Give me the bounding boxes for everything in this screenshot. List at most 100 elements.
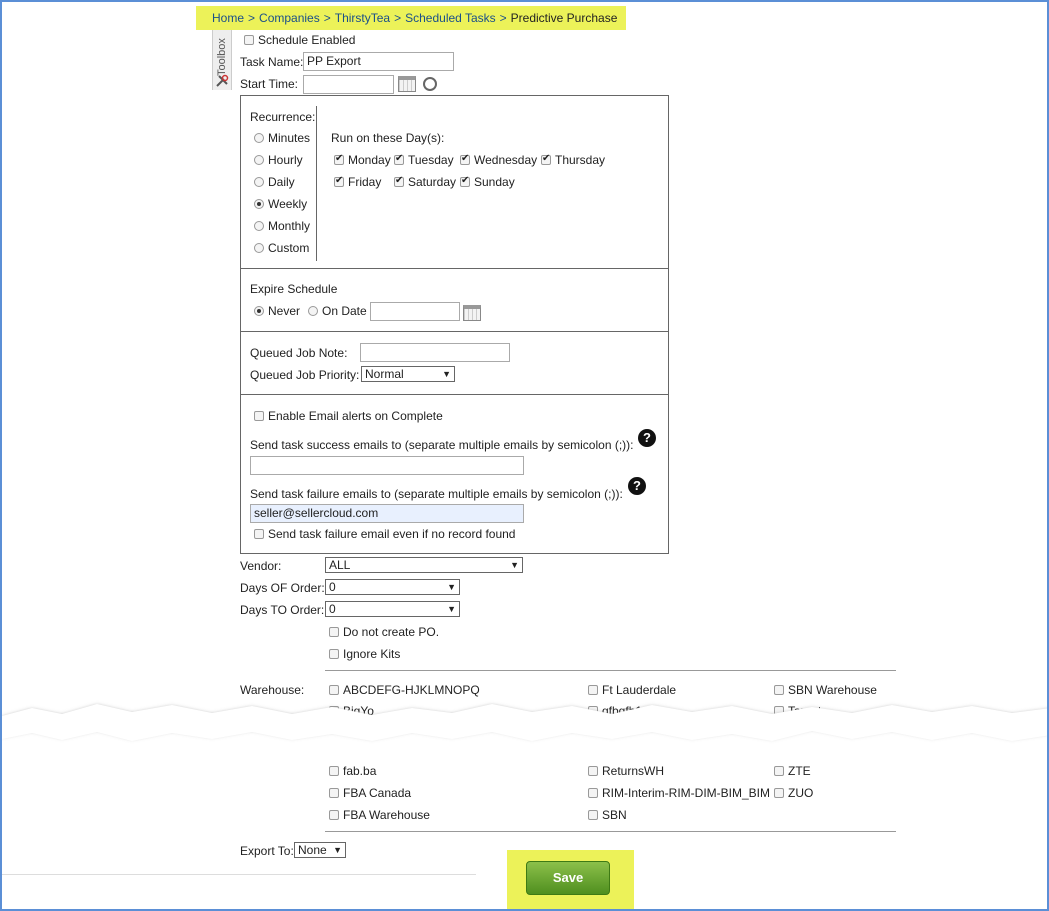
help-icon[interactable]: ? [628, 477, 646, 495]
task-name-input[interactable]: PP Export [303, 52, 454, 71]
expire-never-radio[interactable] [254, 306, 264, 316]
export-to-select[interactable]: None ▼ [294, 842, 346, 858]
day-thursday-checkbox[interactable] [541, 153, 551, 165]
warehouse-checkbox[interactable] [774, 685, 784, 695]
warehouse-label: Warehouse: [240, 683, 305, 697]
recurrence-option-weekly[interactable]: Weekly [254, 197, 307, 211]
days-of-order-select[interactable]: 0 ▼ [325, 579, 460, 595]
no-po-checkbox[interactable] [329, 627, 339, 637]
day-tuesday-checkbox[interactable] [394, 153, 404, 165]
breadcrumb-companies[interactable]: Companies [259, 11, 320, 25]
expire-on-date-option[interactable]: On Date [308, 304, 367, 318]
no-record-row[interactable]: Send task failure email even if no recor… [254, 527, 515, 541]
no-record-checkbox[interactable] [254, 529, 264, 539]
warehouse-checkbox[interactable] [774, 788, 784, 798]
clock-icon[interactable] [423, 77, 437, 91]
recurrence-monthly-radio[interactable] [254, 221, 264, 231]
recurrence-minutes-radio[interactable] [254, 133, 264, 143]
warehouse-item[interactable]: ABCDEFG-HJKLMNOPQ [329, 683, 480, 697]
enable-email-row[interactable]: Enable Email alerts on Complete [254, 409, 443, 423]
warehouse-item-label: RIM-Interim-RIM-DIM-BIM_BIM [602, 786, 770, 800]
day-label: Wednesday [474, 153, 538, 167]
recurrence-custom-radio[interactable] [254, 243, 264, 253]
expire-on-date-radio[interactable] [308, 306, 318, 316]
days-of-order-label: Days OF Order: [240, 581, 325, 595]
warehouse-checkbox[interactable] [588, 766, 598, 776]
start-time-label: Start Time: [240, 77, 299, 91]
warehouse-item[interactable]: ZTE [774, 764, 811, 778]
queued-note-label: Queued Job Note: [250, 346, 348, 360]
expire-date-input[interactable] [370, 302, 460, 321]
warehouse-item-label: ABCDEFG-HJKLMNOPQ [343, 683, 480, 697]
day-tuesday[interactable]: Tuesday [394, 153, 454, 167]
queued-note-input[interactable] [360, 343, 510, 362]
start-time-input[interactable] [303, 75, 394, 94]
warehouse-item[interactable]: ReturnsWH [588, 764, 664, 778]
day-friday-checkbox[interactable] [334, 175, 344, 187]
expire-calendar-icon[interactable] [463, 305, 481, 321]
day-wednesday-checkbox[interactable] [460, 153, 470, 165]
warehouse-item-label: Ft Lauderdale [602, 683, 677, 697]
day-thursday[interactable]: Thursday [541, 153, 605, 167]
recurrence-option-daily[interactable]: Daily [254, 175, 295, 189]
warehouse-item[interactable]: RIM-Interim-RIM-DIM-BIM_BIM [588, 786, 770, 800]
day-saturday-checkbox[interactable] [394, 175, 404, 187]
day-wednesday[interactable]: Wednesday [460, 153, 537, 167]
toolbox-tab[interactable]: Toolbox [212, 30, 232, 90]
breadcrumb-home[interactable]: Home [212, 11, 244, 25]
warehouse-item[interactable]: SBN Warehouse [774, 683, 877, 697]
day-saturday[interactable]: Saturday [394, 175, 456, 189]
ignore-kits-row[interactable]: Ignore Kits [329, 647, 400, 661]
day-monday-checkbox[interactable] [334, 153, 344, 165]
calendar-icon[interactable] [398, 76, 416, 92]
warehouse-item[interactable]: ZUO [774, 786, 813, 800]
warehouse-item[interactable]: fab.ba [329, 764, 376, 778]
warehouse-checkbox[interactable] [588, 788, 598, 798]
help-icon[interactable]: ? [638, 429, 656, 447]
warehouse-item[interactable]: FBA Canada [329, 786, 411, 800]
recurrence-option-minutes[interactable]: Minutes [254, 131, 310, 145]
vendor-select[interactable]: ALL ▼ [325, 557, 523, 573]
ignore-kits-label: Ignore Kits [343, 647, 401, 661]
breadcrumb-scheduled-tasks[interactable]: Scheduled Tasks [405, 11, 496, 25]
warehouse-divider-bottom [325, 831, 896, 832]
recurrence-option-hourly[interactable]: Hourly [254, 153, 303, 167]
day-monday[interactable]: Monday [334, 153, 391, 167]
breadcrumb-separator: > [394, 11, 402, 25]
day-friday[interactable]: Friday [334, 175, 381, 189]
warehouse-checkbox[interactable] [329, 810, 339, 820]
days-to-order-select[interactable]: 0 ▼ [325, 601, 460, 617]
warehouse-item[interactable]: Ft Lauderdale [588, 683, 676, 697]
failure-email-input[interactable]: seller@sellercloud.com [250, 504, 524, 523]
export-to-value: None [298, 843, 327, 857]
recurrence-daily-radio[interactable] [254, 177, 264, 187]
schedule-enabled-checkbox[interactable] [244, 35, 254, 45]
warehouse-checkbox[interactable] [329, 788, 339, 798]
warehouse-checkbox[interactable] [588, 810, 598, 820]
save-button[interactable]: Save [526, 861, 610, 895]
warehouse-checkbox[interactable] [588, 685, 598, 695]
tools-icon [216, 74, 229, 87]
failure-email-label: Send task failure emails to (separate mu… [250, 487, 623, 501]
queued-priority-select[interactable]: Normal ▼ [361, 366, 455, 382]
enable-email-checkbox[interactable] [254, 411, 264, 421]
recurrence-hourly-radio[interactable] [254, 155, 264, 165]
no-po-row[interactable]: Do not create PO. [329, 625, 439, 639]
breadcrumb-company[interactable]: ThirstyTea [335, 11, 390, 25]
run-days-label: Run on these Day(s): [331, 131, 445, 145]
day-sunday-checkbox[interactable] [460, 175, 470, 187]
recurrence-option-monthly[interactable]: Monthly [254, 219, 310, 233]
warehouse-item[interactable]: SBN [588, 808, 627, 822]
days-to-order-value: 0 [329, 602, 336, 616]
warehouse-checkbox[interactable] [329, 685, 339, 695]
ignore-kits-checkbox[interactable] [329, 649, 339, 659]
warehouse-checkbox[interactable] [774, 766, 784, 776]
recurrence-option-custom[interactable]: Custom [254, 241, 309, 255]
success-email-input[interactable] [250, 456, 524, 475]
warehouse-checkbox[interactable] [329, 766, 339, 776]
recurrence-weekly-radio[interactable] [254, 199, 264, 209]
expire-never-option[interactable]: Never [254, 304, 300, 318]
day-sunday[interactable]: Sunday [460, 175, 515, 189]
warehouse-item[interactable]: FBA Warehouse [329, 808, 430, 822]
recurrence-label: Recurrence: [250, 110, 316, 124]
